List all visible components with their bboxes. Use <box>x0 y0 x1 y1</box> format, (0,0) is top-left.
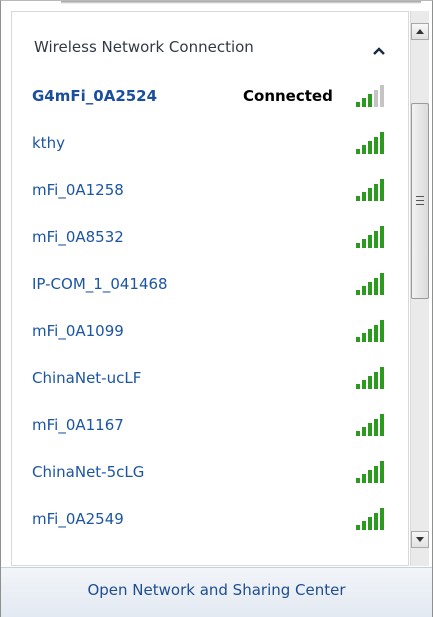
signal-bar <box>356 384 360 389</box>
network-name: mFi_0A1167 <box>32 416 124 434</box>
wifi-signal-icon <box>356 273 384 295</box>
network-name: kthy <box>32 134 65 152</box>
network-name: mFi_0A1099 <box>32 322 124 340</box>
signal-bar <box>374 513 378 530</box>
signal-bar <box>362 333 366 342</box>
signal-bar <box>374 419 378 436</box>
scroll-up-button[interactable] <box>411 23 429 40</box>
network-item[interactable]: ChinaNet-ucLF <box>12 356 408 402</box>
arrow-up-icon <box>416 29 424 34</box>
signal-bar <box>380 85 384 107</box>
signal-bar <box>380 226 384 248</box>
signal-bar <box>380 132 384 154</box>
wifi-signal-icon <box>356 85 384 107</box>
network-item[interactable]: mFi_0A8532 <box>12 215 408 261</box>
wifi-signal-icon <box>356 367 384 389</box>
signal-bar <box>374 325 378 342</box>
network-item[interactable]: mFi_0A2549 <box>12 497 408 543</box>
network-name: mFi_0A8532 <box>32 228 124 246</box>
network-name: mFi_0A1258 <box>32 181 124 199</box>
signal-bar <box>380 414 384 436</box>
wifi-signal-icon <box>356 461 384 483</box>
network-item[interactable]: IP-COM_1_041468 <box>12 262 408 308</box>
signal-bar <box>362 192 366 201</box>
wifi-signal-icon <box>356 132 384 154</box>
network-item[interactable]: mFi_0A1258 <box>12 168 408 214</box>
signal-bar <box>374 90 378 107</box>
signal-bar <box>374 231 378 248</box>
signal-bar <box>356 196 360 201</box>
signal-bar <box>368 188 372 201</box>
signal-bar <box>356 525 360 530</box>
network-item[interactable]: G4mFi_0A2524 Connected <box>12 74 408 120</box>
signal-bar <box>368 235 372 248</box>
signal-bar <box>356 478 360 483</box>
signal-bar <box>368 517 372 530</box>
open-network-sharing-center-link[interactable]: Open Network and Sharing Center <box>1 581 432 599</box>
signal-bar <box>356 337 360 342</box>
network-item[interactable]: ChinaNet-5cLG <box>12 450 408 496</box>
network-name: ChinaNet-5cLG <box>32 463 145 481</box>
signal-bar <box>374 184 378 201</box>
scroll-thumb[interactable] <box>411 103 429 299</box>
wifi-signal-icon <box>356 226 384 248</box>
wifi-signal-icon <box>356 179 384 201</box>
signal-bar <box>368 141 372 154</box>
signal-bar <box>362 98 366 107</box>
signal-bar <box>362 521 366 530</box>
signal-bar <box>368 94 372 107</box>
signal-bar <box>380 273 384 295</box>
network-name: G4mFi_0A2524 <box>32 87 158 105</box>
section-header[interactable]: Wireless Network Connection <box>12 12 408 70</box>
signal-bar <box>380 179 384 201</box>
network-name: IP-COM_1_041468 <box>32 275 168 293</box>
wifi-signal-icon <box>356 414 384 436</box>
signal-bar <box>380 461 384 483</box>
signal-bar <box>380 367 384 389</box>
signal-bar <box>380 508 384 530</box>
signal-bar <box>362 286 366 295</box>
wifi-signal-icon <box>356 320 384 342</box>
vertical-scrollbar[interactable] <box>410 11 429 566</box>
signal-bar <box>362 145 366 154</box>
network-name: mFi_0A2549 <box>32 510 124 528</box>
signal-bar <box>356 290 360 295</box>
signal-bar <box>380 320 384 342</box>
signal-bar <box>356 431 360 436</box>
signal-bar <box>374 372 378 389</box>
top-edge-shadow <box>61 1 421 4</box>
connection-status: Connected <box>243 87 333 105</box>
network-item[interactable]: mFi_0A1099 <box>12 309 408 355</box>
signal-bar <box>362 474 366 483</box>
signal-bar <box>356 243 360 248</box>
section-title: Wireless Network Connection <box>34 38 254 56</box>
signal-bar <box>368 423 372 436</box>
network-item[interactable]: kthy <box>12 121 408 167</box>
network-item[interactable]: mFi_0A1167 <box>12 403 408 449</box>
signal-bar <box>368 329 372 342</box>
signal-bar <box>374 278 378 295</box>
footer: Open Network and Sharing Center <box>1 567 432 617</box>
signal-bar <box>374 137 378 154</box>
scroll-down-button[interactable] <box>411 531 429 548</box>
grip-icon <box>416 196 424 205</box>
signal-bar <box>368 282 372 295</box>
signal-bar <box>362 239 366 248</box>
signal-bar <box>356 149 360 154</box>
signal-bar <box>362 427 366 436</box>
arrow-down-icon <box>416 537 424 542</box>
chevron-up-icon[interactable] <box>371 42 387 55</box>
signal-bar <box>374 466 378 483</box>
signal-bar <box>362 380 366 389</box>
network-list-area: Wireless Network Connection G4mFi_0A2524… <box>11 11 409 566</box>
signal-bar <box>356 102 360 107</box>
signal-bar <box>368 376 372 389</box>
network-name: ChinaNet-ucLF <box>32 369 142 387</box>
wireless-networks-popup: Wireless Network Connection G4mFi_0A2524… <box>0 0 433 617</box>
signal-bar <box>368 470 372 483</box>
wifi-signal-icon <box>356 508 384 530</box>
